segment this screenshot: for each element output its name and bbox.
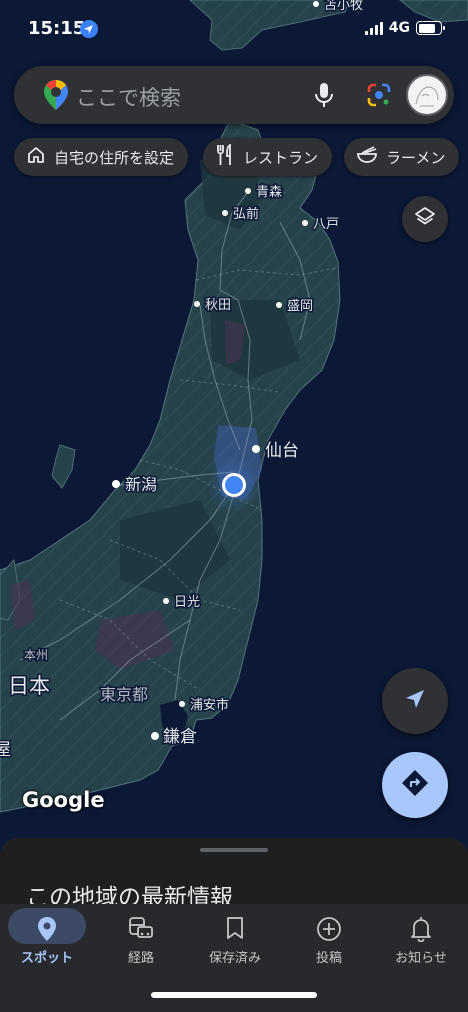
location-services-icon xyxy=(80,20,98,38)
commute-icon xyxy=(128,916,154,944)
directions-button[interactable] xyxy=(382,752,448,818)
place-icon xyxy=(36,916,58,946)
bell-icon xyxy=(410,916,432,946)
nav-label: お知らせ xyxy=(395,951,447,966)
nav-item-commute[interactable]: 経路 xyxy=(94,904,188,976)
google-maps-icon xyxy=(44,80,68,114)
chip-set-home[interactable]: 自宅の住所を設定 xyxy=(14,138,189,176)
chip-label: ラーメン xyxy=(386,148,446,167)
ramen-icon xyxy=(356,145,378,169)
map-label-kamakura[interactable]: 鎌倉 xyxy=(162,726,199,749)
map-label-edge-partial: 屋 xyxy=(0,740,11,760)
map-label-aomori[interactable]: 青森 xyxy=(255,184,284,202)
nav-item-saved[interactable]: 保存済み xyxy=(188,904,282,976)
my-location-button[interactable] xyxy=(382,668,448,734)
google-logo: Google xyxy=(22,788,105,812)
search-input[interactable]: ここで検索 xyxy=(76,82,181,112)
map-label-urayasu[interactable]: 浦安市 xyxy=(189,696,231,715)
home-indicator[interactable] xyxy=(151,992,317,998)
map-label-sendai[interactable]: 仙台 xyxy=(264,440,301,463)
navigation-arrow-icon xyxy=(404,688,426,714)
layers-button[interactable] xyxy=(402,196,448,242)
map-label-niigata[interactable]: 新潟 xyxy=(124,474,159,496)
restaurant-icon xyxy=(215,143,235,170)
nav-item-contribute[interactable]: 投稿 xyxy=(282,904,376,976)
directions-icon xyxy=(400,768,430,802)
status-bar: 15:15 4G xyxy=(0,0,468,58)
mic-icon[interactable] xyxy=(312,82,336,112)
chip-label: レストラン xyxy=(243,148,319,167)
layers-icon xyxy=(414,206,436,232)
avatar[interactable] xyxy=(406,74,448,116)
map-label-morioka[interactable]: 盛岡 xyxy=(286,298,315,316)
nav-item-explore[interactable]: スポット xyxy=(0,904,94,976)
map-label-akita[interactable]: 秋田 xyxy=(204,297,233,315)
nav-item-updates[interactable]: お知らせ xyxy=(374,904,468,976)
battery-icon xyxy=(416,21,445,35)
map-label-hirosaki[interactable]: 弘前 xyxy=(232,205,261,224)
map-label-japan[interactable]: 日本 xyxy=(7,673,52,700)
network-type: 4G xyxy=(388,20,410,36)
map-label-honshu[interactable]: 本州 xyxy=(23,647,50,664)
map-label-tokyo[interactable]: 東京都 xyxy=(99,684,150,706)
map-label-hachinohe[interactable]: 八戸 xyxy=(312,216,341,234)
chip-label: 自宅の住所を設定 xyxy=(54,148,175,167)
search-bar[interactable]: ここで検索 xyxy=(14,66,454,124)
add-circle-icon xyxy=(316,916,342,946)
nav-label: 投稿 xyxy=(315,951,342,966)
google-lens-icon[interactable] xyxy=(366,82,392,112)
status-time: 15:15 xyxy=(28,18,86,39)
nav-label: スポット xyxy=(20,951,73,966)
chip-ramen[interactable]: ラーメン xyxy=(344,138,460,176)
map-label-nikko[interactable]: 日光 xyxy=(173,594,202,612)
signal-icon xyxy=(364,21,383,35)
status-indicators: 4G xyxy=(364,20,445,36)
sheet-drag-handle[interactable] xyxy=(200,848,268,852)
nav-label: 保存済み xyxy=(208,951,261,966)
nav-label: 経路 xyxy=(127,951,154,966)
current-location-marker[interactable] xyxy=(206,457,262,513)
bookmark-icon xyxy=(225,916,245,944)
home-icon xyxy=(26,145,46,169)
chip-restaurant[interactable]: レストラン xyxy=(203,138,333,176)
